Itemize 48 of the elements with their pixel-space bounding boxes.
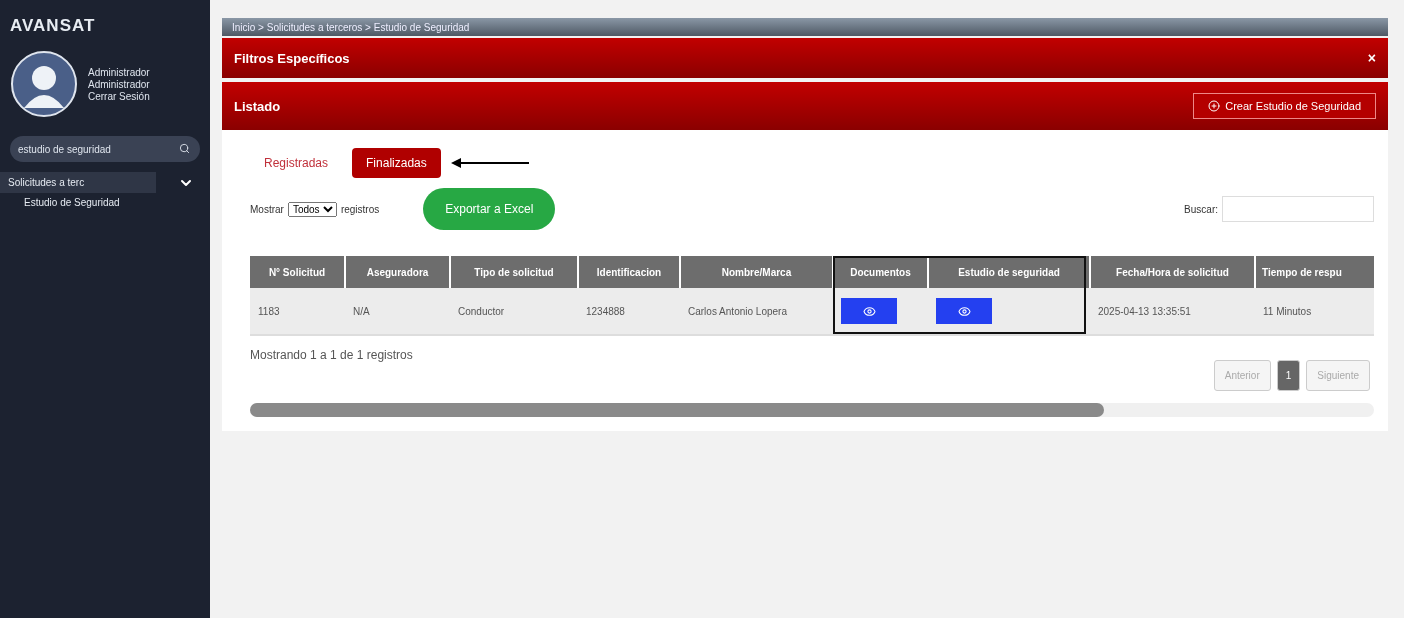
eye-icon	[862, 304, 876, 318]
panel-title: Filtros Específicos	[234, 50, 350, 66]
column-header[interactable]: Estudio de seguridad	[928, 256, 1090, 288]
tab[interactable]: Finalizadas	[352, 148, 441, 178]
column-header[interactable]: Tiempo de respu	[1255, 256, 1374, 288]
column-header[interactable]: Fecha/Hora de solicitud	[1090, 256, 1255, 288]
logout-link[interactable]: Cerrar Sesión	[88, 90, 150, 102]
breadcrumb: Inicio > Solicitudes a terceros > Estudio de Seguridad	[222, 18, 1388, 36]
table-cell: 11 Minutos	[1255, 288, 1374, 335]
submenu-item[interactable]: Estudio de Seguridad	[0, 193, 210, 212]
page-button[interactable]: 1	[1276, 360, 1301, 391]
records-label: registros	[340, 203, 380, 215]
panel-title: Listado	[234, 98, 281, 114]
search-field[interactable]	[1222, 196, 1374, 222]
column-header[interactable]: Tipo de solicitud	[450, 256, 578, 288]
search-label: Buscar:	[1184, 203, 1218, 215]
close-button[interactable]: ×	[1367, 50, 1376, 66]
column-header[interactable]: Identificacion	[578, 256, 680, 288]
table-cell: 1234888	[578, 288, 680, 335]
filters-header[interactable]: Filtros Específicos ×	[222, 38, 1388, 78]
column-header[interactable]: Nombre/Marca	[680, 256, 833, 288]
search-icon	[179, 143, 190, 154]
column-header[interactable]: N° Solicitud	[250, 256, 345, 288]
export-button[interactable]: Exportar a Excel	[423, 188, 556, 230]
table-cell: Carlos Antonio Lopera	[680, 288, 833, 335]
view-button[interactable]	[841, 298, 897, 324]
create-button[interactable]: Crear Estudio de Seguridad	[1193, 93, 1376, 119]
avatar-icon	[10, 50, 78, 118]
menu-search-field[interactable]: estudio de seguridad	[10, 136, 200, 162]
arrow-icon	[450, 157, 531, 169]
column-header[interactable]: Documentos	[833, 256, 928, 288]
table-cell: 1183	[250, 288, 345, 335]
view-button[interactable]	[936, 298, 992, 324]
page-size-select[interactable]: Todos	[287, 201, 337, 217]
menu-item[interactable]: Solicitudes a terc	[0, 172, 156, 193]
column-header[interactable]: Aseguradora	[345, 256, 450, 288]
logo: AVANSAT	[9, 15, 97, 37]
plus-icon	[1208, 100, 1221, 112]
show-label: Mostrar	[250, 203, 284, 215]
user-role: Administrador	[88, 78, 150, 90]
eye-icon	[957, 304, 971, 318]
records-info: Mostrando 1 a 1 de 1 registros	[250, 348, 413, 362]
table-cell: 2025-04-13 13:35:51	[1090, 288, 1255, 335]
table-cell: N/A	[345, 288, 450, 335]
table-cell: Conductor	[450, 288, 578, 335]
tab[interactable]: Registradas	[250, 148, 343, 178]
user-name: Administrador	[88, 66, 150, 78]
scrollbar[interactable]	[250, 403, 1374, 417]
